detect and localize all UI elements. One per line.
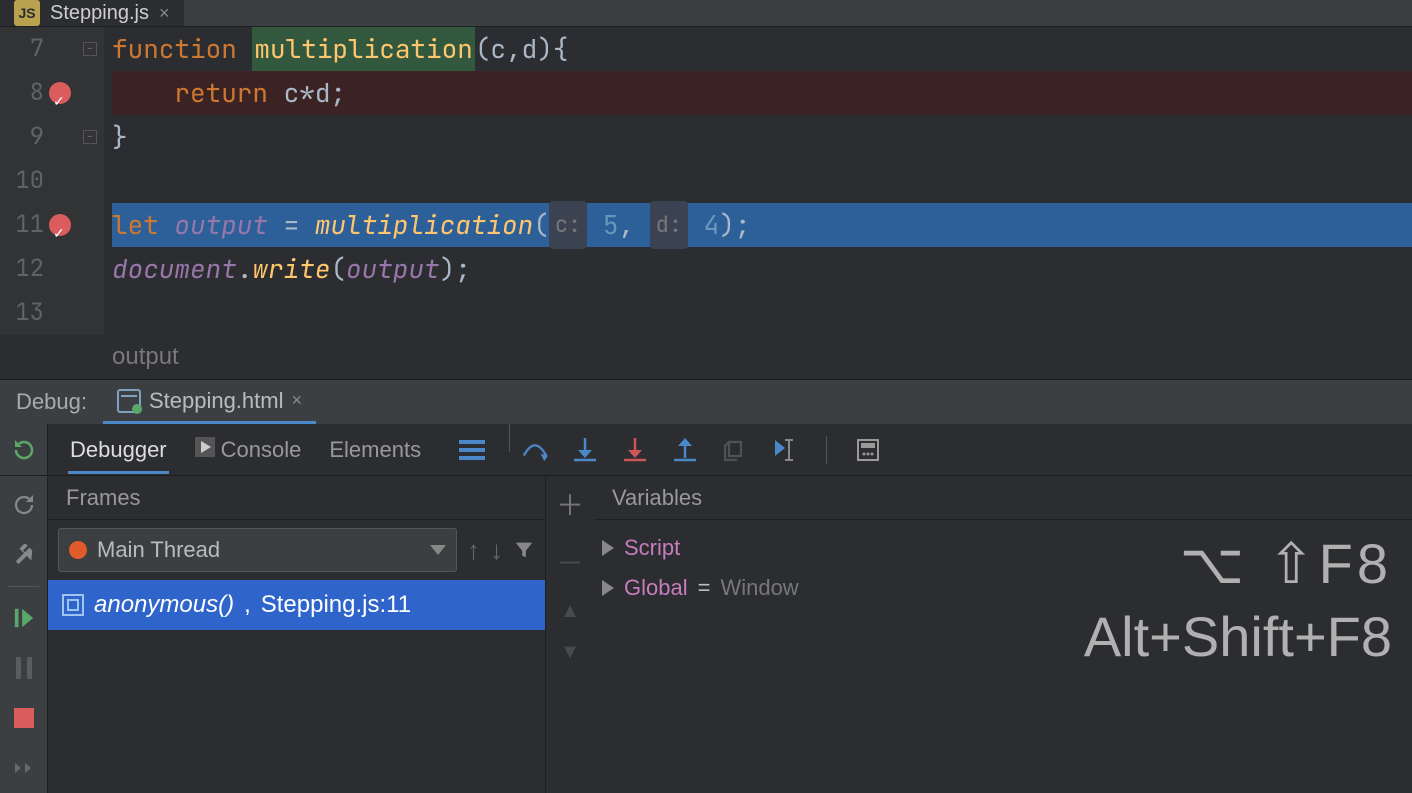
frames-panel: Frames Main Thread ↑ ↓ anonymous(), (48, 476, 546, 793)
force-step-into-icon[interactable] (622, 437, 648, 463)
add-watch-icon[interactable]: ＋ (556, 484, 584, 524)
code-line[interactable] (112, 291, 1412, 335)
console-icon (195, 437, 215, 457)
stop-icon[interactable] (0, 693, 47, 743)
filter-icon[interactable] (513, 539, 535, 561)
close-icon[interactable]: × (291, 390, 302, 411)
more-icon[interactable] (0, 743, 47, 793)
stack-frame-icon (62, 594, 84, 616)
stack-frame-location: Stepping.js:11 (261, 591, 411, 619)
stack-frame[interactable]: anonymous(), Stepping.js:11 (48, 580, 545, 630)
file-tab-label: Stepping.js (50, 2, 149, 25)
debug-session-tab[interactable]: Stepping.html × (103, 380, 316, 424)
code-line[interactable]: } (112, 115, 1412, 159)
threads-icon[interactable] (459, 440, 485, 460)
step-over-icon[interactable] (522, 437, 548, 463)
shortcut-win: Alt+Shift+F8 (1084, 601, 1392, 674)
frames-header: Frames (48, 476, 545, 520)
chevron-right-icon (602, 540, 614, 556)
chevron-right-icon (602, 580, 614, 596)
stack-frame-function: anonymous() (94, 591, 234, 619)
step-out-icon[interactable] (672, 437, 698, 463)
thread-name: Main Thread (97, 537, 220, 563)
debug-session-name: Stepping.html (149, 388, 284, 414)
drop-frame-icon[interactable] (722, 437, 748, 463)
debug-label: Debug: (0, 389, 103, 415)
execution-line[interactable]: let output = multiplication( c: 5, d: 4)… (112, 203, 1412, 247)
code-editor[interactable]: 7− 8 9− 10 11 12 13 function multiplicat… (0, 27, 1412, 379)
thread-selector[interactable]: Main Thread (58, 528, 457, 572)
editor-gutter: 7− 8 9− 10 11 12 13 (0, 27, 104, 335)
js-file-icon (14, 0, 40, 26)
step-into-icon[interactable] (572, 437, 598, 463)
run-to-cursor-icon[interactable] (772, 437, 798, 463)
code-line[interactable]: document.write(output); (112, 247, 1412, 291)
code-line[interactable] (112, 159, 1412, 203)
debug-header: Debug: Stepping.html × (0, 380, 1412, 424)
file-tab-stepping[interactable]: Stepping.js × (0, 0, 184, 26)
tab-console[interactable]: Console (193, 427, 304, 473)
chevron-down-icon (430, 545, 446, 555)
context-breadcrumb: output (112, 335, 1412, 379)
remove-watch-icon[interactable]: － (556, 542, 584, 582)
frame-up-icon[interactable]: ↑ (467, 535, 480, 566)
browser-icon (117, 389, 141, 413)
pause-icon[interactable] (0, 643, 47, 693)
code-line[interactable]: function multiplication(c,d){ (112, 27, 1412, 71)
file-tab-bar: Stepping.js × (0, 0, 1412, 27)
resume-icon[interactable] (0, 593, 47, 643)
settings-icon[interactable] (0, 530, 47, 580)
evaluate-expression-icon[interactable] (855, 437, 881, 463)
tab-elements[interactable]: Elements (327, 427, 423, 473)
fold-icon[interactable]: − (83, 130, 97, 144)
code-line[interactable]: return c*d; (112, 71, 1412, 115)
thread-status-dot (69, 541, 87, 559)
close-icon[interactable]: × (159, 3, 170, 24)
tab-debugger[interactable]: Debugger (68, 427, 169, 473)
frame-down-icon[interactable]: ↓ (490, 535, 503, 566)
variables-header: Variables (594, 476, 1412, 520)
fold-icon[interactable]: − (83, 42, 97, 56)
breakpoint-icon[interactable] (49, 82, 71, 104)
debug-toolbar: Debugger Console Elements (0, 424, 1412, 476)
breakpoint-icon[interactable] (49, 214, 71, 236)
shortcut-overlay: ⌥ ⇧F8 Alt+Shift+F8 (1084, 528, 1392, 674)
debug-action-rail (0, 476, 48, 793)
restart-icon[interactable] (0, 480, 47, 530)
move-up-icon[interactable]: ▲ (560, 600, 580, 623)
shortcut-mac: ⌥ ⇧F8 (1084, 528, 1392, 601)
rerun-icon[interactable] (12, 438, 36, 462)
move-down-icon[interactable]: ▼ (560, 641, 580, 664)
